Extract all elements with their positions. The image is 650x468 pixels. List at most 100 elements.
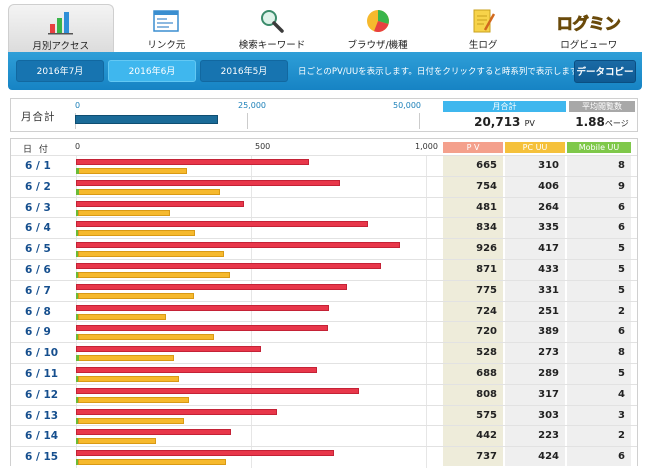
nav-log-viewer[interactable]: ログミン ログビューワ xyxy=(536,4,642,52)
row-bars xyxy=(76,280,427,302)
pc-uu-bar xyxy=(78,376,180,382)
access-report: 月別アクセス リンク元 検索キーワード ブラウザ/機種 生ログ ログミン ログビ… xyxy=(0,0,650,468)
row-date-link[interactable]: 6 / 5 xyxy=(25,243,51,255)
row-bars xyxy=(76,426,427,448)
table-row[interactable]: 6 / 1 665 310 8 xyxy=(11,155,637,177)
mobile-uu-value: 2 xyxy=(618,430,625,442)
pc-uu-value: 417 xyxy=(538,243,559,255)
row-date-link[interactable]: 6 / 12 xyxy=(25,389,58,401)
month-tab-2016-06[interactable]: 2016年6月 xyxy=(108,60,196,82)
mobile-uu-bar xyxy=(76,272,78,278)
pc-uu-value: 406 xyxy=(538,180,559,192)
row-bars xyxy=(76,343,427,365)
summary-pv-head: 月合計 xyxy=(443,101,566,112)
table-row[interactable]: 6 / 7 775 331 5 xyxy=(11,279,637,302)
axis-tick: 1,000 xyxy=(415,142,438,151)
mobile-uu-bar xyxy=(76,334,79,341)
table-row[interactable]: 6 / 13 575 303 3 xyxy=(11,404,637,427)
pv-value: 871 xyxy=(476,264,497,275)
mobile-uu-bar xyxy=(76,438,78,445)
row-date-link[interactable]: 6 / 6 xyxy=(25,264,51,276)
row-date-link[interactable]: 6 / 14 xyxy=(25,430,58,442)
pc-uu-bar xyxy=(78,334,215,341)
table-row[interactable]: 6 / 15 737 424 6 xyxy=(11,446,637,468)
pv-bar xyxy=(76,387,359,394)
pv-value: 775 xyxy=(476,284,497,296)
pc-uu-bar xyxy=(78,168,187,174)
row-date-link[interactable]: 6 / 7 xyxy=(25,285,51,297)
nav-raw-log[interactable]: 生ログ xyxy=(430,4,536,52)
row-bars xyxy=(76,405,427,427)
pc-uu-bar xyxy=(78,251,224,258)
table-row[interactable]: 6 / 4 834 335 6 xyxy=(11,217,637,240)
axis-ticks: 0 500 1,000 xyxy=(75,139,441,155)
nav-referrer[interactable]: リンク元 xyxy=(114,4,220,52)
nav-label: 生ログ xyxy=(468,40,498,51)
row-date-link[interactable]: 6 / 10 xyxy=(25,347,58,359)
data-copy-button[interactable]: データコピー xyxy=(574,60,636,83)
mobile-uu-bar xyxy=(76,313,78,320)
nav-search-keyword[interactable]: 検索キーワード xyxy=(219,4,325,52)
table-row[interactable]: 6 / 9 720 389 6 xyxy=(11,321,637,344)
row-date-link[interactable]: 6 / 4 xyxy=(25,222,51,234)
row-date-link[interactable]: 6 / 13 xyxy=(25,410,58,422)
row-bars xyxy=(76,239,427,261)
pc-uu-value: 303 xyxy=(538,409,559,421)
row-bars xyxy=(76,176,427,198)
summary-tick: 50,000 xyxy=(393,101,421,110)
pv-bar xyxy=(76,367,317,373)
row-bars xyxy=(76,197,427,219)
table-row[interactable]: 6 / 2 754 406 9 xyxy=(11,175,637,198)
mobile-uu-value: 9 xyxy=(618,180,625,192)
pc-uu-bar xyxy=(78,438,157,445)
pie-chart-icon xyxy=(366,10,389,33)
summary-label: 月合計 xyxy=(21,111,56,123)
pc-uu-value: 331 xyxy=(538,284,559,296)
row-date-link[interactable]: 6 / 2 xyxy=(25,181,51,193)
row-date-link[interactable]: 6 / 1 xyxy=(25,160,51,172)
pv-bar xyxy=(76,304,330,311)
pv-value: 724 xyxy=(476,305,497,317)
table-row[interactable]: 6 / 10 528 273 8 xyxy=(11,342,637,365)
row-date-link[interactable]: 6 / 8 xyxy=(25,306,51,318)
row-bars xyxy=(76,364,427,385)
pv-value: 737 xyxy=(476,451,497,463)
table-row[interactable]: 6 / 14 442 223 2 xyxy=(11,425,637,448)
pc-uu-column-head: PC UU xyxy=(505,142,565,153)
pv-value: 926 xyxy=(476,243,497,255)
pc-uu-bar xyxy=(78,355,174,362)
mobile-uu-value: 8 xyxy=(618,347,625,359)
pc-uu-value: 251 xyxy=(538,305,559,317)
pv-value: 442 xyxy=(476,430,497,442)
monthly-summary: 月合計 0 25,000 50,000 月合計 20,713 PV 平均閲覧数 … xyxy=(10,98,638,132)
mobile-uu-value: 6 xyxy=(618,326,625,338)
nav-browser-device[interactable]: ブラウザ/機種 xyxy=(325,4,431,52)
pv-bar xyxy=(76,408,278,415)
pc-uu-value: 310 xyxy=(538,160,559,171)
table-row[interactable]: 6 / 8 724 251 2 xyxy=(11,300,637,323)
mobile-uu-bar xyxy=(76,376,78,382)
month-tab-2016-05[interactable]: 2016年5月 xyxy=(200,60,288,82)
table-row[interactable]: 6 / 6 871 433 5 xyxy=(11,259,637,281)
pv-value: 808 xyxy=(476,388,497,400)
pc-uu-bar xyxy=(78,313,166,320)
table-row[interactable]: 6 / 5 926 417 5 xyxy=(11,238,637,261)
summary-avg-value: 1.88ページ xyxy=(575,115,629,129)
pc-uu-value: 433 xyxy=(538,264,559,275)
table-row[interactable]: 6 / 12 808 317 4 xyxy=(11,383,637,406)
mobile-uu-bar xyxy=(76,396,78,403)
row-date-link[interactable]: 6 / 11 xyxy=(25,368,58,380)
mobile-uu-value: 6 xyxy=(618,201,625,213)
nav-monthly-access[interactable]: 月別アクセス xyxy=(8,4,114,52)
month-tab-2016-07[interactable]: 2016年7月 xyxy=(16,60,104,82)
row-date-link[interactable]: 6 / 15 xyxy=(25,451,58,463)
row-bars xyxy=(76,260,427,281)
pv-bar xyxy=(76,242,401,249)
row-date-link[interactable]: 6 / 3 xyxy=(25,202,51,214)
table-row[interactable]: 6 / 3 481 264 6 xyxy=(11,196,637,219)
pv-value: 481 xyxy=(476,201,497,213)
pc-uu-value: 317 xyxy=(538,388,559,400)
row-bars xyxy=(76,301,427,323)
table-row[interactable]: 6 / 11 688 289 5 xyxy=(11,363,637,385)
row-date-link[interactable]: 6 / 9 xyxy=(25,326,51,338)
